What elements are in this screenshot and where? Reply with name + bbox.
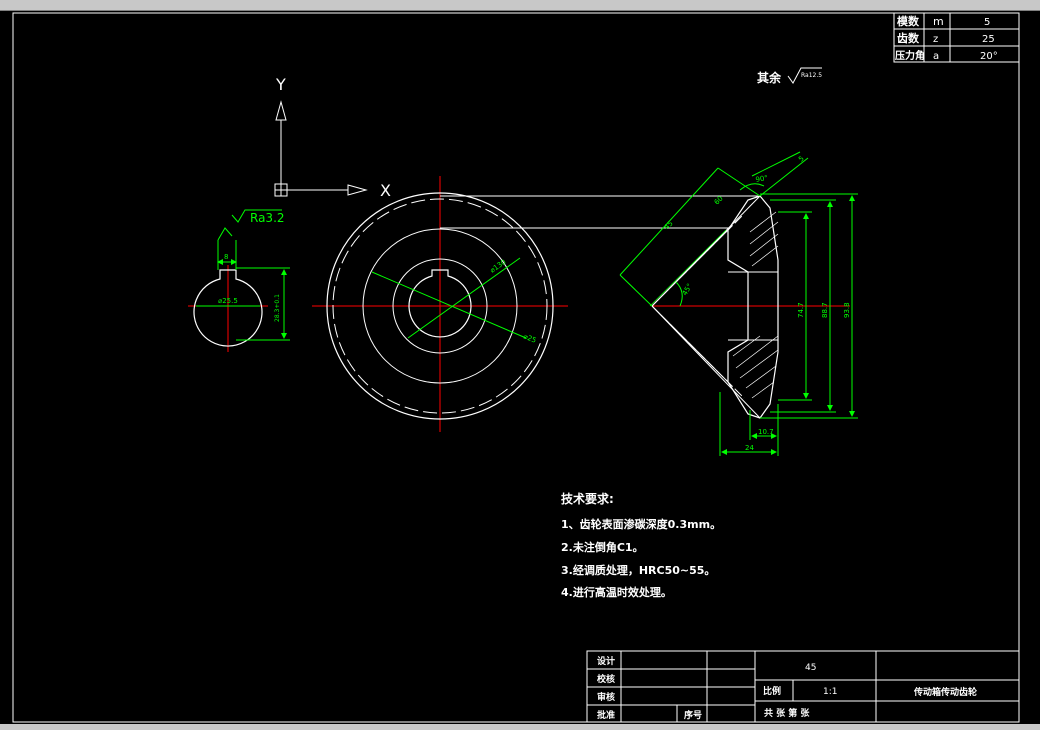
tb-drawing-name: 传动箱传动齿轮 (913, 686, 977, 698)
tb-scale-label: 比例 (763, 685, 781, 697)
surface-note-roughness: Ra12.5 (801, 72, 822, 79)
param-value-2: 20° (980, 51, 998, 62)
projection-lines (440, 195, 758, 229)
tb-material: 45 (805, 663, 816, 673)
section-dia-2: 88.7 (821, 302, 829, 318)
gear-outer-dim: ⌀130 (489, 258, 508, 275)
drawing-canvas[interactable]: 模数 m 5 齿数 z 25 压力角 a 20° 其余 Ra12.5 Y X R… (0, 0, 1040, 730)
surface-note-prefix: 其余 (757, 70, 782, 85)
gear-inner-dim: ⌀25 (522, 332, 537, 344)
param-value-0: 5 (984, 17, 990, 28)
window-bottom-bar (0, 724, 1040, 730)
section-bottom-1: 10.7 (758, 428, 774, 436)
section-slant-a: 5 (797, 155, 806, 164)
keyway-roughness: Ra3.2 (250, 211, 285, 225)
keyway-width-dim: 8 (224, 253, 228, 261)
param-value-1: 25 (982, 34, 995, 45)
param-symbol-0: m (933, 15, 944, 28)
ucs-y-label: Y (275, 75, 286, 94)
parameter-table-text: 模数 m 5 齿数 z 25 压力角 a 20° (895, 14, 998, 62)
section-angle-top: 90° (755, 174, 769, 184)
section-dia-3: 93.8 (843, 302, 851, 318)
tb-scale-value: 1:1 (823, 687, 837, 697)
tb-label-check: 校核 (597, 673, 615, 685)
tb-sheet-text: 共 张 第 张 (764, 707, 810, 719)
title-block-text: 设计 校核 审核 批准 序号 45 比例 1:1 共 张 第 张 传动箱传动齿轮 (597, 655, 977, 721)
param-name-2: 压力角 (895, 49, 925, 62)
section-dia-1: 74.7 (797, 302, 805, 318)
param-symbol-1: z (933, 34, 938, 45)
tech-requirements: 技术要求: 1、齿轮表面渗碳深度0.3mm。 2.未注倒角C1。 3.经调质处理… (561, 491, 721, 599)
tech-item-1: 1、齿轮表面渗碳深度0.3mm。 (561, 517, 721, 531)
surface-roughness-note: 其余 Ra12.5 (757, 67, 822, 85)
keyway-diameter-dim: ⌀25.5 (218, 297, 238, 305)
section-slant-c: 45 (663, 219, 675, 231)
tb-label-design: 设计 (597, 655, 615, 667)
section-bottom-2: 24 (745, 444, 754, 452)
keyway-view (188, 209, 290, 352)
tech-title: 技术要求: (561, 491, 614, 506)
tech-item-2: 2.未注倒角C1。 (561, 540, 644, 554)
tech-item-3: 3.经调质处理，HRC50~55。 (561, 563, 715, 577)
param-name-0: 模数 (897, 14, 920, 28)
tb-seq-label: 序号 (684, 709, 702, 721)
section-half-angle: 45° (681, 282, 694, 297)
tech-item-4: 4.进行高温时效处理。 (561, 585, 672, 599)
ucs-x-label: X (380, 181, 391, 200)
param-symbol-2: a (933, 51, 939, 62)
ucs-icon (274, 100, 368, 197)
param-name-1: 齿数 (897, 31, 920, 45)
gear-front-view (312, 176, 568, 432)
tb-label-approve: 批准 (597, 709, 615, 721)
drawing-border (12, 12, 1020, 723)
keyway-height-dim: 28.3+0.1 (274, 294, 281, 322)
tb-label-review: 审核 (597, 691, 615, 703)
